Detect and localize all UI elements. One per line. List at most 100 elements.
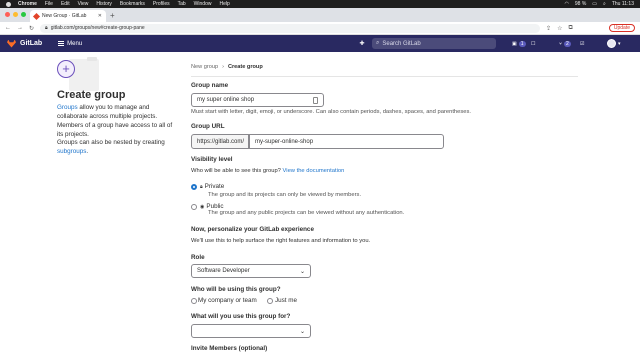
visibility-public-radio[interactable] xyxy=(191,204,197,210)
who-label: Who will be using this group? xyxy=(191,286,281,293)
group-name-value: my super online shop xyxy=(197,97,255,103)
hamburger-icon xyxy=(58,41,65,46)
what-select[interactable]: ⌄ xyxy=(191,324,311,338)
avatar xyxy=(607,39,616,48)
breadcrumb-current: Create group xyxy=(227,64,263,70)
close-tab-icon[interactable]: ✕ xyxy=(98,13,102,19)
subgroups-description: Groups can also be nested by creating su… xyxy=(57,138,177,156)
close-window-icon[interactable] xyxy=(5,12,10,17)
apple-icon[interactable] xyxy=(6,1,11,7)
menu-bookmarks[interactable]: Bookmarks xyxy=(120,1,145,7)
personalize-help: We'll use this to help surface the right… xyxy=(191,238,371,244)
private-label: Private xyxy=(204,183,225,190)
page-title: Create group xyxy=(57,89,126,101)
visibility-docs-link[interactable]: View the documentation xyxy=(283,168,345,174)
url-field[interactable]: 🔒︎ gitlab.com/groups/new#create-group-pa… xyxy=(40,23,541,33)
groups-description: Groups allow you to manage and collabora… xyxy=(57,103,177,139)
visibility-help: Who will be able to see this group? View… xyxy=(191,168,344,174)
back-icon[interactable]: ← xyxy=(5,25,11,31)
menu-help[interactable]: Help xyxy=(219,1,229,7)
breadcrumb-new-group[interactable]: New group xyxy=(191,64,218,70)
url-prefix: https://gitlab.com/ xyxy=(191,134,249,149)
create-new-button[interactable]: ✚ xyxy=(357,39,367,48)
issues-button[interactable]: ▣ 1 xyxy=(512,39,526,48)
issues-icon: ▣ xyxy=(512,40,517,47)
who-company-option[interactable]: My company or team xyxy=(198,297,257,304)
merge-requests-button[interactable]: ⑂ 2 xyxy=(559,39,571,48)
menu-file[interactable]: File xyxy=(45,1,53,7)
plus-circle-icon: + xyxy=(57,60,75,78)
menu-button[interactable]: Menu xyxy=(58,41,82,47)
invite-members-label: Invite Members (optional) xyxy=(191,345,268,352)
group-url-field[interactable]: my-super-online-shop xyxy=(249,134,444,149)
minimize-window-icon[interactable] xyxy=(13,12,18,17)
gitlab-favicon-icon xyxy=(32,12,41,20)
globe-icon: ◉ xyxy=(200,203,205,210)
tab-title: New Group · GitLab xyxy=(42,13,87,19)
divider xyxy=(191,76,578,77)
who-just-me-radio[interactable] xyxy=(267,298,273,304)
maximize-window-icon[interactable] xyxy=(21,12,26,17)
gitlab-top-bar: GitLab Menu ✚ ⌕ Search GitLab ▣ 1 ☐ ⑂ 2 … xyxy=(0,35,640,52)
breadcrumb-separator: › xyxy=(222,64,224,70)
menu-app[interactable]: Chrome xyxy=(18,1,37,7)
who-just-me-option[interactable]: Just me xyxy=(275,297,297,304)
new-tab-button[interactable]: + xyxy=(110,12,115,20)
menu-view[interactable]: View xyxy=(78,1,89,7)
visibility-help-text: Who will be able to see this group? xyxy=(191,168,281,174)
menu-tab[interactable]: Tab xyxy=(178,1,186,7)
role-value: Software Developer xyxy=(197,268,250,274)
group-illustration: + xyxy=(57,57,99,91)
browser-tab-strip: New Group · GitLab ✕ + xyxy=(0,8,640,22)
extensions-icon[interactable]: ⧉ xyxy=(568,25,572,32)
menu-history[interactable]: History xyxy=(96,1,112,7)
reload-icon[interactable]: ↻ xyxy=(29,25,34,32)
gitlab-logo-icon[interactable] xyxy=(7,39,16,48)
search-icon[interactable]: ⌕ xyxy=(603,1,606,7)
role-label: Role xyxy=(191,254,205,261)
role-select[interactable]: Software Developer ⌄ xyxy=(191,264,311,278)
bookmark-star-icon[interactable]: ☆ xyxy=(557,25,562,32)
groups-link[interactable]: Groups xyxy=(57,104,78,111)
group-name-label: Group name xyxy=(191,82,229,89)
clock[interactable]: Thu 11:13 xyxy=(612,1,634,7)
forward-icon[interactable]: → xyxy=(17,25,23,31)
subgroups-description-text: Groups can also be nested by creating xyxy=(57,139,165,146)
menu-edit[interactable]: Edit xyxy=(61,1,70,7)
subgroups-link[interactable]: subgroups xyxy=(57,148,86,155)
who-company-radio[interactable] xyxy=(191,298,197,304)
battery-label[interactable]: 98 % xyxy=(575,1,586,7)
search-placeholder: Search GitLab xyxy=(382,40,421,47)
search-input[interactable]: ⌕ Search GitLab xyxy=(372,38,496,49)
group-name-help: Must start with letter, digit, emoji, or… xyxy=(191,109,472,115)
issues-count: 1 xyxy=(518,40,526,47)
gitlab-brand[interactable]: GitLab xyxy=(20,40,42,47)
status-area: ◠ 98 % ▭ ⌕ Thu 11:13 xyxy=(565,1,634,7)
update-button[interactable]: Update xyxy=(608,24,635,32)
visibility-private-option[interactable]: 🔒︎ Private xyxy=(200,183,224,190)
search-icon: ⌕ xyxy=(376,40,380,46)
visibility-public-option[interactable]: ◉ Public xyxy=(200,203,224,210)
subgroups-description-end: . xyxy=(86,148,89,155)
merge-requests-count: 2 xyxy=(564,40,571,47)
browser-tab[interactable]: New Group · GitLab ✕ xyxy=(30,10,106,22)
todo-icon[interactable]: ☐ xyxy=(531,39,535,48)
folder-tab-shape xyxy=(87,57,97,61)
wifi-icon[interactable]: ◠ xyxy=(565,1,569,7)
share-icon[interactable]: ⇪ xyxy=(546,25,551,32)
address-bar-row: ← → ↻ 🔒︎ gitlab.com/groups/new#create-gr… xyxy=(0,22,640,35)
clipboard-icon[interactable] xyxy=(313,96,318,104)
lock-icon[interactable]: 🔒︎ xyxy=(45,25,48,31)
public-label: Public xyxy=(206,203,224,210)
menu-profiles[interactable]: Profiles xyxy=(153,1,170,7)
private-description: The group and its projects can only be v… xyxy=(208,192,362,198)
group-url-value: my-super-online-shop xyxy=(255,138,314,145)
menu-window[interactable]: Window xyxy=(194,1,212,7)
chevron-down-icon: ⌄ xyxy=(299,268,305,275)
group-name-field[interactable]: my super online shop xyxy=(191,93,324,107)
user-menu[interactable]: ▾ xyxy=(607,39,621,48)
visibility-private-radio[interactable] xyxy=(191,184,197,190)
battery-icon: ▭ xyxy=(592,1,598,7)
chevron-down-icon: ⌄ xyxy=(299,328,305,335)
todos-icon[interactable]: ☑ xyxy=(580,39,584,48)
